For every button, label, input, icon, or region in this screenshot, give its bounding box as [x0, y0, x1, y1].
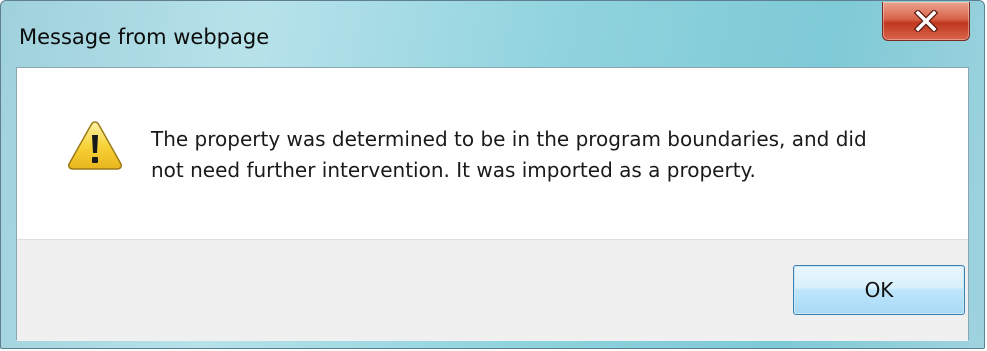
button-bar: OK — [17, 239, 968, 341]
message-text: The property was determined to be in the… — [151, 124, 931, 186]
dialog-title: Message from webpage — [19, 25, 270, 49]
warning-icon — [68, 121, 122, 170]
close-button[interactable] — [882, 2, 970, 41]
dialog-window: Message from webpage The property was de… — [0, 0, 985, 349]
dialog-content: The property was determined to be in the… — [16, 67, 969, 341]
message-line-1: The property was determined to be in the… — [151, 127, 867, 151]
message-area: The property was determined to be in the… — [17, 68, 968, 239]
message-line-2: not need further intervention. It was im… — [151, 158, 756, 182]
ok-button[interactable]: OK — [793, 265, 965, 315]
title-bar[interactable]: Message from webpage — [1, 1, 984, 66]
close-x-icon — [913, 10, 939, 32]
